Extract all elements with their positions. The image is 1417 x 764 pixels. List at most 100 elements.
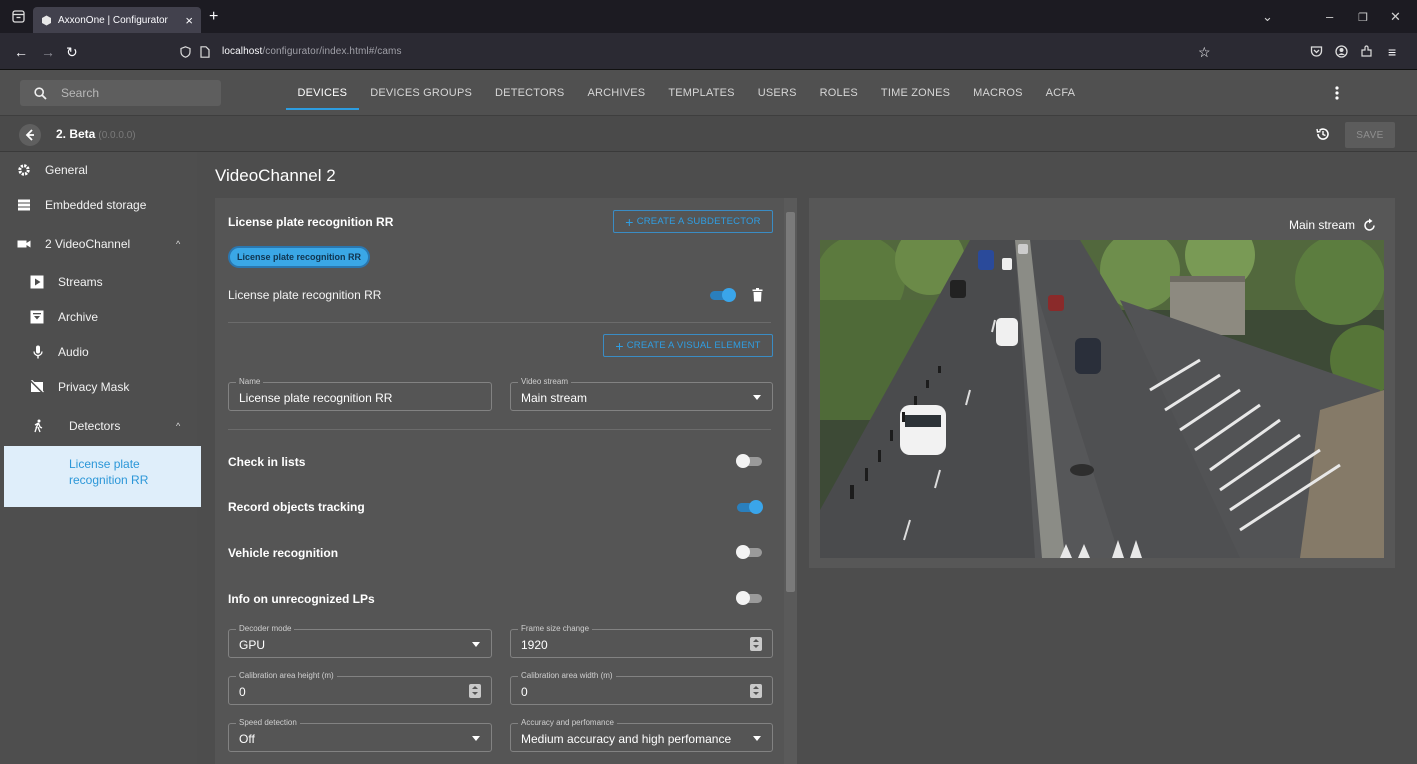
back-arrow-icon[interactable]: ← xyxy=(14,44,28,60)
spinner-icon[interactable] xyxy=(750,684,762,698)
tab-devices-groups[interactable]: DEVICES GROUPS xyxy=(359,70,484,116)
name-field[interactable]: Name License plate recognition RR xyxy=(228,377,492,411)
browser-tab[interactable]: AxxonOne | Configurator × xyxy=(33,7,201,33)
decoder-mode-select[interactable]: Decoder mode GPU xyxy=(228,624,492,658)
restore-icon[interactable]: ❐ xyxy=(1358,11,1368,24)
unrecognized-lps-toggle[interactable] xyxy=(736,591,763,605)
save-button[interactable]: SAVE xyxy=(1345,122,1395,148)
sidebar-item-audio[interactable]: Audio xyxy=(0,334,197,369)
video-stream-select[interactable]: Video stream Main stream xyxy=(510,377,773,411)
tab-macros[interactable]: MACROS xyxy=(962,70,1034,116)
device-ip: (0.0.0.0) xyxy=(98,130,136,141)
field-value: License plate recognition RR xyxy=(239,391,393,405)
tab-acfa[interactable]: ACFA xyxy=(1034,70,1087,116)
sidebar-item-label: Embedded storage xyxy=(45,197,147,212)
sidebar-item-label: Privacy Mask xyxy=(58,379,130,394)
camera-video-frame[interactable] xyxy=(820,240,1384,558)
accuracy-select[interactable]: Accuracy and perfomance Medium accuracy … xyxy=(510,718,773,752)
tab-time-zones[interactable]: TIME ZONES xyxy=(869,70,961,116)
video-preview-panel: Main stream xyxy=(809,198,1395,568)
sidebar-item-detectors[interactable]: Detectors ^ xyxy=(0,408,197,443)
page-icon[interactable] xyxy=(200,46,210,58)
tab-users[interactable]: USERS xyxy=(746,70,808,116)
field-value: GPU xyxy=(239,638,266,652)
new-tab-icon[interactable]: + xyxy=(209,8,218,26)
tab-devices[interactable]: DEVICES xyxy=(286,70,359,116)
create-subdetector-button[interactable]: + CREATE A SUBDETECTOR xyxy=(613,210,773,233)
more-menu-icon[interactable] xyxy=(1330,85,1344,101)
field-label: Calibration area width (m) xyxy=(518,671,616,680)
check-in-lists-toggle[interactable] xyxy=(736,454,763,468)
frame-size-input[interactable]: Frame size change 1920 xyxy=(510,624,773,658)
section-title: License plate recognition RR xyxy=(228,215,394,229)
bookmark-star-icon[interactable]: ☆ xyxy=(1198,44,1211,61)
create-subdetector-label: CREATE A SUBDETECTOR xyxy=(636,216,761,227)
account-icon[interactable] xyxy=(1335,45,1348,58)
sidebar-item-archive[interactable]: Archive xyxy=(0,299,197,334)
sidebar-item-embedded-storage[interactable]: Embedded storage xyxy=(0,187,197,222)
search-icon xyxy=(34,86,47,100)
minimize-icon[interactable]: – xyxy=(1326,9,1333,24)
forward-arrow-icon[interactable]: → xyxy=(41,44,55,60)
tab-title: AxxonOne | Configurator xyxy=(58,14,168,26)
speed-detection-select[interactable]: Speed detection Off xyxy=(228,718,492,752)
chevron-up-icon[interactable]: ^ xyxy=(176,239,180,249)
walker-icon xyxy=(34,419,43,432)
create-visual-element-button[interactable]: + CREATE A VISUAL ELEMENT xyxy=(603,334,773,357)
sidebar-item-streams[interactable]: Streams xyxy=(0,264,197,299)
tab-roles[interactable]: ROLES xyxy=(808,70,869,116)
history-icon[interactable] xyxy=(1315,126,1331,142)
plus-icon: + xyxy=(625,213,634,230)
field-value: Off xyxy=(239,732,255,746)
back-arrow-icon xyxy=(25,129,34,141)
vehicle-recognition-toggle[interactable] xyxy=(736,545,763,559)
url-path: /configurator/index.html#/cams xyxy=(262,46,402,57)
spinner-icon[interactable] xyxy=(750,637,762,651)
detector-enable-toggle[interactable] xyxy=(709,288,736,302)
detector-settings-panel: License plate recognition RR + CREATE A S… xyxy=(215,198,784,764)
search-input[interactable]: Search xyxy=(20,80,221,106)
toggle-label: Record objects tracking xyxy=(228,500,365,514)
stream-selector[interactable]: Main stream xyxy=(1289,218,1377,232)
sidebar-item-privacy-mask[interactable]: Privacy Mask xyxy=(0,369,197,404)
field-value: 1920 xyxy=(521,638,548,652)
refresh-icon[interactable] xyxy=(1363,218,1377,232)
dropdown-arrow-icon xyxy=(753,736,761,741)
field-label: Speed detection xyxy=(236,718,300,727)
sidebar-item-label: Archive xyxy=(58,309,99,324)
tab-close-icon[interactable]: × xyxy=(185,13,193,28)
scrollbar-thumb[interactable] xyxy=(786,212,795,592)
chevron-up-icon[interactable]: ^ xyxy=(176,421,180,431)
search-placeholder: Search xyxy=(61,86,100,100)
road-scene-image xyxy=(820,240,1384,558)
toggle-label: Vehicle recognition xyxy=(228,546,339,560)
storage-icon xyxy=(18,199,30,210)
divider xyxy=(228,322,771,323)
hamburger-menu-icon[interactable]: ≡ xyxy=(1388,44,1396,60)
extensions-icon[interactable] xyxy=(1360,45,1373,58)
tab-list-icon[interactable]: ⌄ xyxy=(1262,9,1273,25)
back-button[interactable] xyxy=(19,124,41,146)
sidebar-item-license-plate-recognition[interactable]: License plate recognition RR xyxy=(4,446,201,507)
shield-icon[interactable] xyxy=(180,46,191,58)
spinner-icon[interactable] xyxy=(469,684,481,698)
archive-icon xyxy=(30,310,44,323)
sidebar-item-general[interactable]: General xyxy=(0,152,197,187)
axxon-favicon-icon xyxy=(42,15,51,25)
pocket-icon[interactable] xyxy=(1310,45,1323,58)
detector-chip[interactable]: License plate recognition RR xyxy=(228,246,370,268)
tab-archives[interactable]: ARCHIVES xyxy=(576,70,657,116)
calibration-width-input[interactable]: Calibration area width (m) 0 xyxy=(510,671,773,705)
reload-icon[interactable]: ↻ xyxy=(66,44,78,61)
record-tracking-toggle[interactable] xyxy=(736,500,763,514)
field-label: Decoder mode xyxy=(236,624,295,633)
address-bar[interactable]: localhost/configurator/index.html#/cams xyxy=(222,46,402,57)
calibration-height-input[interactable]: Calibration area height (m) 0 xyxy=(228,671,492,705)
sidebar-item-videochannel[interactable]: 2 VideoChannel ^ xyxy=(0,226,197,261)
tab-templates[interactable]: TEMPLATES xyxy=(657,70,746,116)
tab-detectors[interactable]: DETECTORS xyxy=(484,70,576,116)
plus-icon: + xyxy=(615,337,624,354)
window-menu-icon[interactable] xyxy=(12,10,25,23)
trash-icon[interactable] xyxy=(752,288,763,302)
close-window-icon[interactable]: ✕ xyxy=(1390,9,1401,25)
